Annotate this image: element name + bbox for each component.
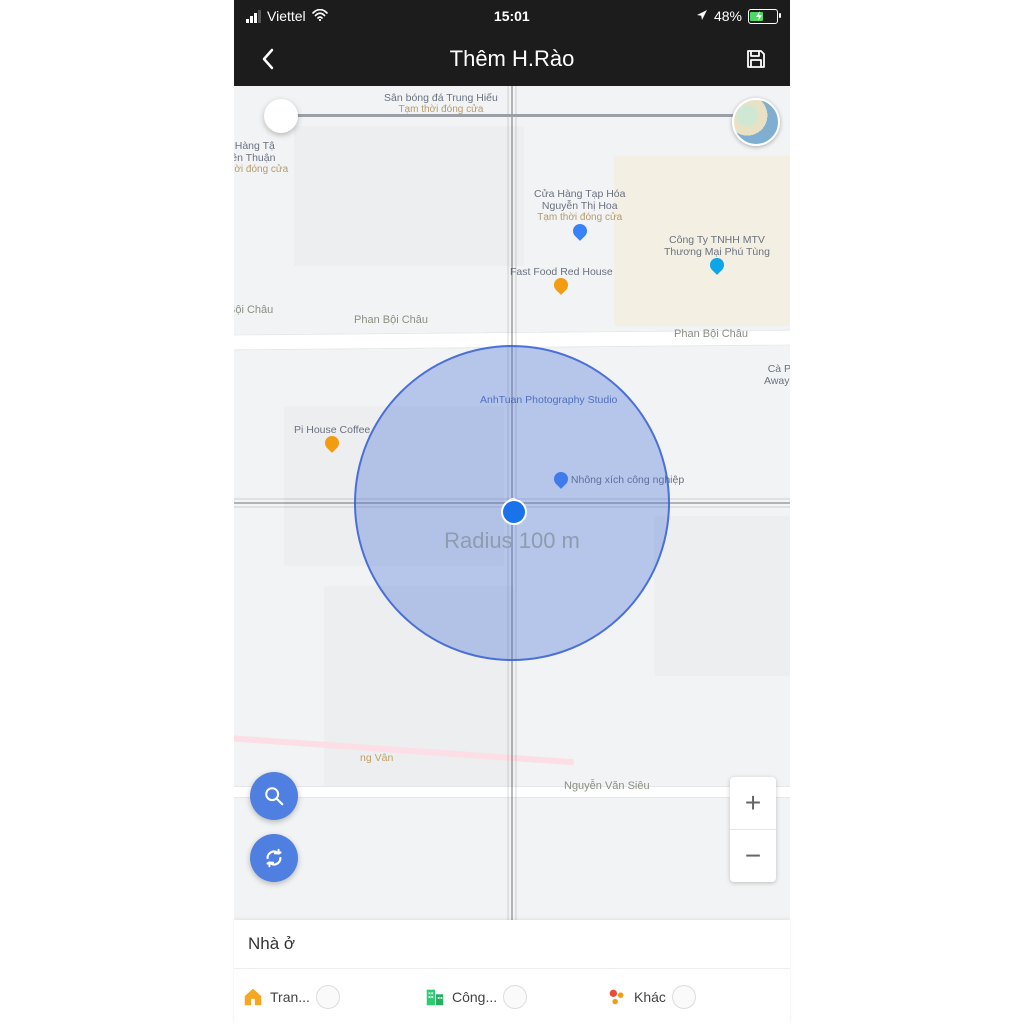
home-icon xyxy=(242,986,264,1008)
radio-button[interactable] xyxy=(316,985,340,1009)
current-location-dot xyxy=(501,499,527,525)
zoom-in-button[interactable]: + xyxy=(730,777,776,829)
radio-button[interactable] xyxy=(672,985,696,1009)
category-label: Công... xyxy=(452,989,497,1005)
slider-thumb[interactable] xyxy=(264,99,298,133)
poi-label: Công Ty TNHH MTV Thương Mại Phú Tùng xyxy=(664,234,770,277)
category-home[interactable]: Tran... xyxy=(242,985,418,1009)
map-search-button[interactable] xyxy=(250,772,298,820)
category-row: Tran... Công... Khác xyxy=(234,968,790,1024)
road-label: Phan Bội Châu xyxy=(674,328,748,340)
radio-button[interactable] xyxy=(503,985,527,1009)
zoom-out-button[interactable]: − xyxy=(730,829,776,882)
road-label: Bội Châu xyxy=(234,304,273,316)
map-layer-toggle[interactable] xyxy=(732,98,780,146)
poi-label: ng Vân xyxy=(360,752,393,764)
back-button[interactable] xyxy=(252,43,284,75)
geofence-name-value: Nhà ở xyxy=(248,934,295,954)
poi-label: Cửa Hàng Tạp Hóa Nguyễn Thị HoaTạm thời … xyxy=(534,188,625,243)
save-button[interactable] xyxy=(740,43,772,75)
clock: 15:01 xyxy=(494,8,530,24)
dots-icon xyxy=(606,986,628,1008)
poi-label: Sân bóng đá Trung HiếuTạm thời đóng cửa xyxy=(384,92,498,116)
poi-label: a Hàng Tậ yên Thuậnthời đóng cửa xyxy=(234,140,288,176)
building-icon xyxy=(424,986,446,1008)
zoom-control: + − xyxy=(730,777,776,882)
poi-label: Cà Phê Take Away Xóm Tôi xyxy=(764,344,790,387)
geofence-circle[interactable]: Radius 100 m xyxy=(354,345,670,661)
radius-label: Radius 100 m xyxy=(354,528,670,554)
radius-slider[interactable] xyxy=(266,114,748,117)
location-icon xyxy=(696,8,708,24)
page-title: Thêm H.Rào xyxy=(450,46,575,72)
battery-icon xyxy=(748,9,778,24)
bottom-panel: Nhà ở Tran... Công... Khác xyxy=(234,920,790,1024)
geofence-name-input[interactable]: Nhà ở xyxy=(234,920,790,968)
category-label: Khác xyxy=(634,989,666,1005)
signal-bars-icon xyxy=(246,10,261,23)
poi-label: Fast Food Red House xyxy=(510,266,613,297)
road-label: Phan Bội Châu xyxy=(354,314,428,326)
battery-percent: 48% xyxy=(714,8,742,24)
carrier-label: Viettel xyxy=(267,8,306,24)
road-label: Nguyễn Văn Siêu xyxy=(564,780,650,792)
status-bar: Viettel 15:01 48% xyxy=(234,0,790,32)
map-refresh-button[interactable] xyxy=(250,834,298,882)
nav-bar: Thêm H.Rào xyxy=(234,32,790,86)
wifi-icon xyxy=(312,8,328,24)
category-other[interactable]: Khác xyxy=(606,985,782,1009)
app-frame: Viettel 15:01 48% Thêm H.Rào xyxy=(234,0,790,1024)
category-work[interactable]: Công... xyxy=(424,985,600,1009)
map-canvas[interactable]: Phan Bội Châu Phan Bội Châu Bội Châu Ngu… xyxy=(234,86,790,920)
category-label: Tran... xyxy=(270,989,310,1005)
